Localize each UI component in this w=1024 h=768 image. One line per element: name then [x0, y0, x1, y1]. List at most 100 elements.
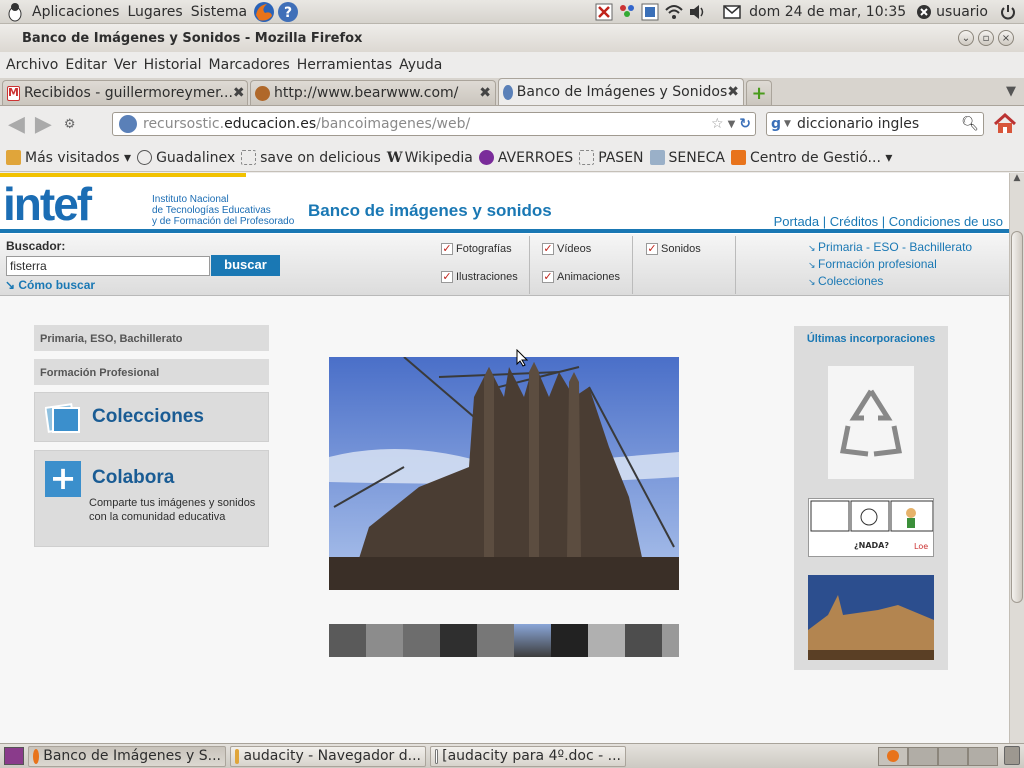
tab-close-icon[interactable]: ✖ [727, 84, 739, 100]
vertical-scrollbar[interactable]: ▲ [1009, 173, 1024, 743]
home-icon[interactable] [993, 112, 1017, 139]
user-status-icon[interactable] [916, 4, 932, 20]
tab-banco[interactable]: Banco de Imágenes y Sonidos ✖ [498, 78, 744, 105]
mail-icon[interactable] [723, 4, 741, 19]
window-titlebar[interactable]: Banco de Imágenes y Sonidos - Mozilla Fi… [0, 24, 1024, 52]
thumbnail[interactable] [514, 624, 551, 657]
thumbnail[interactable] [551, 624, 588, 657]
filter-fotografias[interactable]: ✓ Fotografías [441, 243, 512, 255]
user-name[interactable]: usuario [936, 4, 988, 20]
maximize-button[interactable]: ▫ [978, 30, 994, 46]
buscar-button[interactable]: buscar [211, 255, 280, 276]
scroll-thumb[interactable] [1011, 231, 1023, 603]
bookmark-star-icon[interactable]: ☆ [711, 116, 724, 132]
menu-editar[interactable]: Editar [65, 57, 106, 73]
search-magnifier-icon[interactable]: 🔍︎ [961, 116, 979, 132]
filter-sonidos[interactable]: ✓ Sonidos [646, 243, 701, 255]
menu-marcadores[interactable]: Marcadores [209, 57, 290, 73]
thumbnail[interactable] [625, 624, 662, 657]
url-dropdown-icon[interactable]: ▼ [728, 119, 736, 130]
site-identity-icon[interactable] [119, 115, 137, 133]
menu-ayuda[interactable]: Ayuda [399, 57, 442, 73]
latest-comic-image[interactable]: Loe ¿NADA? [808, 498, 934, 557]
show-desktop-icon[interactable] [4, 747, 24, 765]
menu-archivo[interactable]: Archivo [6, 57, 58, 73]
close-box-icon[interactable] [595, 3, 613, 21]
firefox-launcher-icon[interactable] [253, 1, 275, 23]
clock[interactable]: dom 24 de mar, 10:35 [749, 4, 906, 20]
workspace-4[interactable] [968, 746, 998, 766]
colecciones-box[interactable]: Colecciones [34, 392, 269, 442]
link-creditos[interactable]: Créditos [830, 214, 878, 229]
menu-historial[interactable]: Historial [144, 57, 202, 73]
como-buscar-link[interactable]: ↘ Cómo buscar [5, 278, 95, 292]
bookmark-averroes[interactable]: AVERROES [478, 150, 573, 166]
volume-icon[interactable] [689, 4, 707, 20]
close-window-button[interactable]: × [998, 30, 1014, 46]
bookmark-delicious[interactable]: save on delicious [241, 150, 381, 166]
power-icon[interactable] [1000, 4, 1016, 20]
thumbnail[interactable] [477, 624, 514, 657]
menu-lugares[interactable]: Lugares [127, 4, 182, 20]
task-firefox[interactable]: Banco de Imágenes y S... [28, 745, 226, 767]
history-icon[interactable]: ⚙ [64, 117, 76, 132]
update-icon[interactable] [641, 3, 659, 21]
workspace-2[interactable] [908, 746, 938, 766]
forward-button[interactable]: ▶ [35, 112, 52, 137]
reload-icon[interactable]: ↻ [739, 116, 751, 132]
minimize-button[interactable]: ⌄ [958, 30, 974, 46]
menu-herramientas[interactable]: Herramientas [297, 57, 392, 73]
google-icon[interactable]: g [771, 116, 781, 132]
users-icon[interactable] [617, 3, 637, 21]
menu-ver[interactable]: Ver [114, 57, 137, 73]
featured-photo[interactable] [329, 357, 679, 590]
nav-primaria-eso[interactable]: Primaria, ESO, Bachillerato [34, 325, 269, 351]
bookmark-guadalinex[interactable]: Guadalinex [137, 150, 235, 166]
search-input[interactable]: diccionario ingles [797, 116, 919, 132]
new-tab-button[interactable]: + [746, 80, 772, 105]
trash-icon[interactable] [1004, 746, 1020, 765]
menu-aplicaciones[interactable]: Aplicaciones [32, 4, 119, 20]
intef-logo[interactable]: intef [3, 177, 92, 231]
colabora-box[interactable]: + Colabora Comparte tus imágenes y sonid… [34, 450, 269, 547]
distro-logo-icon[interactable] [6, 2, 24, 22]
filter-videos[interactable]: ✓ Vídeos [542, 243, 591, 255]
back-button[interactable]: ◀ [8, 112, 25, 137]
help-icon[interactable]: ? [277, 1, 299, 23]
link-portada[interactable]: Portada [774, 214, 820, 229]
bookmark-pasen[interactable]: PASEN [579, 150, 644, 166]
link-condiciones[interactable]: Condiciones de uso [889, 214, 1003, 229]
bookmark-centro-gestion[interactable]: Centro de Gestió... ▾ [730, 150, 892, 166]
link-colecciones[interactable]: ↘ Colecciones [808, 273, 972, 290]
scroll-up-icon[interactable]: ▲ [1010, 173, 1024, 183]
nav-formacion-profesional[interactable]: Formación Profesional [34, 359, 269, 385]
tab-gmail[interactable]: M Recibidos - guillermoreymer... ✖ [2, 80, 248, 105]
thumbnail[interactable] [440, 624, 477, 657]
bookmark-seneca[interactable]: SENECA [649, 150, 725, 166]
search-box[interactable]: g ▼ diccionario ingles 🔍︎ [766, 112, 984, 136]
thumbnail[interactable] [662, 624, 679, 657]
tab-close-icon[interactable]: ✖ [479, 85, 491, 101]
workspace-1[interactable] [878, 746, 908, 766]
wifi-icon[interactable] [665, 4, 683, 20]
url-bar[interactable]: recursostic. educacion.es/bancoimagenes/w… [112, 112, 756, 136]
tab-close-icon[interactable]: ✖ [233, 85, 245, 101]
engine-dropdown-icon[interactable]: ▼ [784, 119, 791, 129]
workspace-switcher[interactable] [878, 746, 998, 766]
menu-sistema[interactable]: Sistema [191, 4, 247, 20]
tab-bearwww[interactable]: http://www.bearwww.com/ ✖ [250, 80, 496, 105]
filter-ilustraciones[interactable]: ✓ Ilustraciones [441, 271, 518, 283]
bookmark-wikipedia[interactable]: W Wikipedia [387, 150, 473, 166]
link-formacion[interactable]: ↘ Formación profesional [808, 256, 972, 273]
link-primaria[interactable]: ↘ Primaria - ESO - Bachillerato [808, 239, 972, 256]
thumbnail[interactable] [366, 624, 403, 657]
workspace-3[interactable] [938, 746, 968, 766]
thumbnail[interactable] [403, 624, 440, 657]
tab-list-icon[interactable]: ▼ [1006, 84, 1016, 99]
task-doc[interactable]: [audacity para 4º.doc - ... [430, 745, 626, 767]
site-search-input[interactable]: fisterra [6, 256, 210, 276]
latest-recycle-image[interactable] [828, 366, 914, 479]
latest-cathedral-image[interactable] [808, 575, 934, 660]
thumbnail[interactable] [329, 624, 366, 657]
task-audacity-browser[interactable]: audacity - Navegador d... [230, 745, 426, 767]
